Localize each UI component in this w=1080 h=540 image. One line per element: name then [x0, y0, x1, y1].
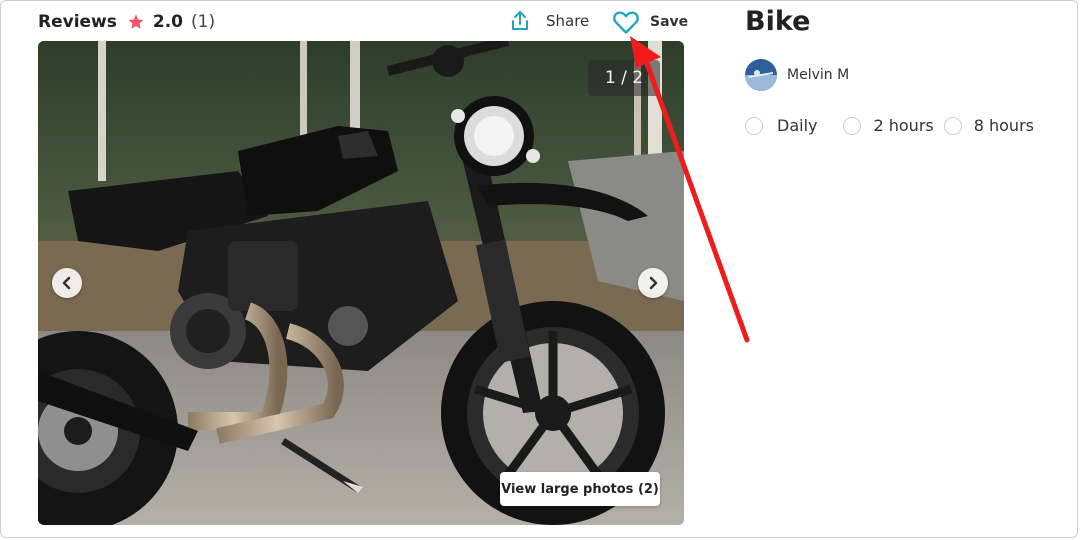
daily-label: Daily [777, 116, 818, 135]
owner-avatar-image [745, 59, 777, 91]
daily-radio[interactable] [745, 116, 763, 135]
option-2-hours[interactable]: 2 hours [843, 116, 934, 135]
eight-hours-radio[interactable] [943, 116, 962, 135]
share-button[interactable]: Share [508, 9, 589, 33]
previous-photo-button[interactable] [52, 268, 82, 298]
owner-name: Melvin M [787, 67, 850, 83]
owner-info[interactable]: Melvin M [745, 59, 849, 91]
two-hours-label: 2 hours [873, 116, 934, 135]
two-hours-radio[interactable] [843, 116, 862, 135]
next-photo-button[interactable] [638, 268, 668, 298]
option-8-hours[interactable]: 8 hours [943, 116, 1034, 135]
share-label: Share [546, 12, 590, 30]
eight-hours-label: 8 hours [973, 116, 1034, 135]
rating-value: 2.0 [152, 12, 184, 32]
listing-photo[interactable] [38, 41, 684, 525]
option-daily[interactable]: Daily [745, 116, 817, 135]
view-large-photos-button[interactable]: View large photos (2) [500, 472, 660, 506]
photo-counter: 1 / 2 [588, 60, 660, 96]
heart-icon [613, 11, 639, 34]
share-icon [512, 11, 528, 30]
star-icon [128, 14, 144, 29]
rental-duration-options: Daily 2 hours 8 hours [745, 116, 1034, 135]
save-button[interactable]: Save [612, 9, 688, 35]
avatar[interactable] [745, 59, 777, 91]
chevron-left-icon [62, 276, 71, 290]
reviews-summary[interactable]: Reviews 2.0 (1) [38, 10, 215, 34]
save-label: Save [650, 14, 689, 30]
reviews-title: Reviews [38, 12, 117, 32]
chevron-right-icon [649, 276, 658, 290]
review-count: (1) [191, 12, 216, 32]
listing-title: Bike [745, 6, 811, 37]
motorcycle-photo [38, 41, 684, 525]
